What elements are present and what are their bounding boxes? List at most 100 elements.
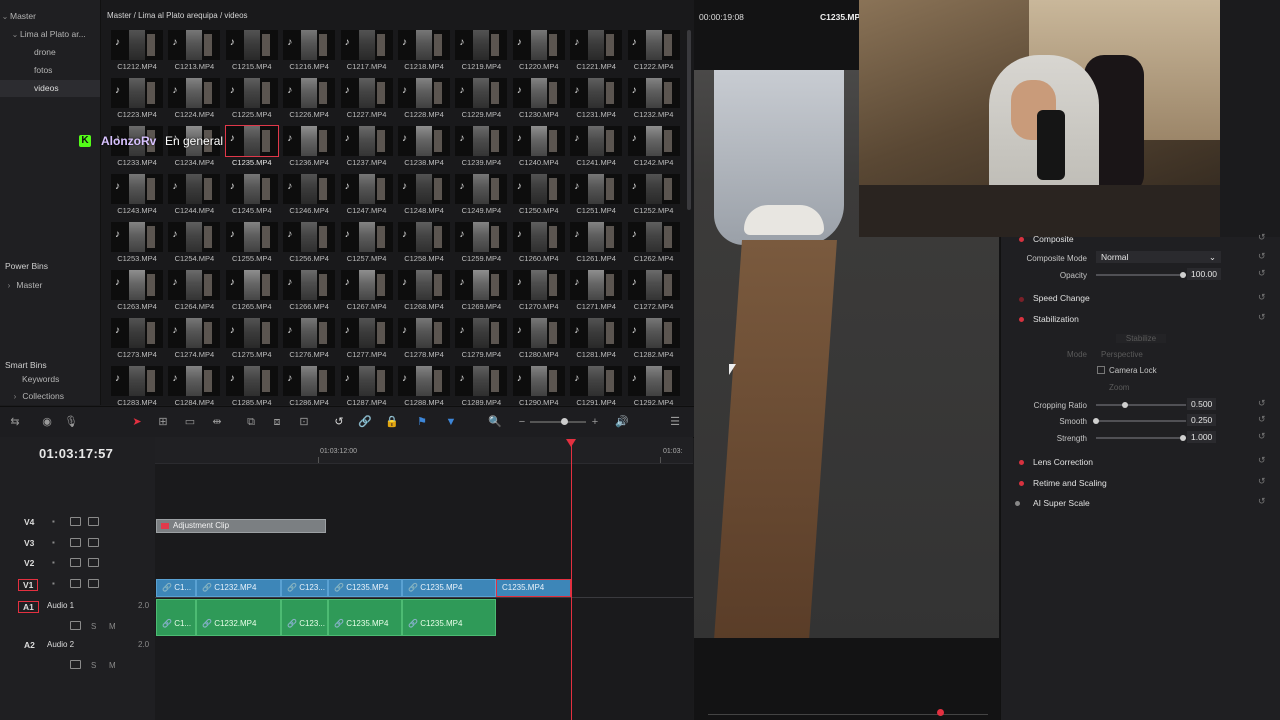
auto-select-icon[interactable] [70, 660, 81, 669]
media-clip[interactable]: ♪ C1245.MP4 [224, 174, 280, 222]
strength-knob[interactable] [1180, 435, 1186, 441]
media-clip[interactable]: ♪ C1221.MP4 [568, 30, 624, 78]
zoom-in-icon[interactable]: + [588, 415, 602, 429]
media-clip[interactable]: ♪ C1227.MP4 [339, 78, 395, 126]
media-clip[interactable]: ♪ C1236.MP4 [281, 126, 337, 174]
section-composite[interactable]: Composite [1033, 234, 1074, 244]
reset-icon[interactable]: ↺ [1258, 431, 1266, 442]
bin-master[interactable]: ⌄ Master [0, 8, 100, 25]
timeline-video-clip[interactable]: 🔗 C1232.MP4 [196, 579, 281, 597]
zoom-slider[interactable] [530, 421, 586, 423]
media-clip[interactable]: ♪ C1279.MP4 [453, 318, 509, 366]
strength-value[interactable]: 1.000 [1187, 431, 1217, 443]
mic-icon[interactable]: 🎙 [64, 415, 78, 429]
auto-select-icon[interactable] [70, 517, 81, 526]
bin-videos[interactable]: videos [0, 80, 100, 97]
snapping-icon[interactable]: ↺ [332, 415, 346, 429]
smart-bin-keywords[interactable]: Keywords [0, 371, 100, 388]
timeline-video-clip-selected[interactable]: C1235.MP4 [496, 579, 571, 597]
smooth-slider[interactable] [1096, 420, 1186, 422]
media-clip[interactable]: ♪ C1255.MP4 [224, 222, 280, 270]
overwrite-clip-icon[interactable]: ⧈ [270, 415, 284, 429]
media-clip[interactable]: ♪ C1257.MP4 [339, 222, 395, 270]
track-visibility-icon[interactable] [88, 517, 99, 526]
media-clip[interactable]: ♪ C1232.MP4 [626, 78, 682, 126]
media-clip[interactable]: ♪ C1239.MP4 [453, 126, 509, 174]
timeline-audio-clip[interactable]: 🔗 C1235.MP4 [402, 599, 496, 636]
media-clip[interactable]: ♪ C1254.MP4 [166, 222, 222, 270]
media-clip[interactable]: ♪ C1240.MP4 [511, 126, 567, 174]
viewer-scrubber-knob[interactable] [937, 709, 944, 716]
smart-bin-collections[interactable]: › Collections [0, 388, 100, 405]
lock-icon[interactable]: ▪ [52, 579, 55, 588]
media-clip[interactable]: ♪ C1243.MP4 [109, 174, 165, 222]
lock-icon[interactable]: ▪ [52, 517, 55, 526]
power-bin-master[interactable]: › Master [0, 277, 100, 294]
mute-button[interactable]: M [109, 622, 116, 631]
zoom-checkbox[interactable]: Zoom [1109, 383, 1129, 392]
reset-icon[interactable]: ↺ [1258, 476, 1266, 487]
section-enabled-dot[interactable] [1019, 317, 1024, 322]
timeline-audio-clip[interactable]: 🔗 C1232.MP4 [196, 599, 281, 636]
media-clip[interactable]: ♪ C1280.MP4 [511, 318, 567, 366]
selection-tool-icon[interactable]: ➤ [130, 415, 144, 429]
media-clip[interactable]: ♪ C1229.MP4 [453, 78, 509, 126]
media-clip[interactable]: ♪ C1250.MP4 [511, 174, 567, 222]
reset-icon[interactable]: ↺ [1258, 414, 1266, 425]
mode-select[interactable]: Perspective [1101, 350, 1221, 359]
media-clip[interactable]: ♪ C1235.MP4 [224, 125, 280, 174]
section-speed-change[interactable]: Speed Change [1033, 293, 1090, 303]
strength-slider[interactable] [1096, 437, 1186, 439]
media-clip[interactable]: ♪ C1237.MP4 [339, 126, 395, 174]
eye-icon[interactable]: ◉ [40, 415, 54, 429]
media-clip[interactable]: ♪ C1261.MP4 [568, 222, 624, 270]
media-clip[interactable]: ♪ C1218.MP4 [396, 30, 452, 78]
media-clip[interactable]: ♪ C1253.MP4 [109, 222, 165, 270]
zoom-icon[interactable]: 🔍 [488, 415, 502, 429]
media-clip[interactable]: ♪ C1212.MP4 [109, 30, 165, 78]
media-clip[interactable]: ♪ C1252.MP4 [626, 174, 682, 222]
media-clip[interactable]: ♪ C1268.MP4 [396, 270, 452, 318]
section-enabled-dot[interactable] [1019, 460, 1024, 465]
media-clip[interactable]: ♪ C1225.MP4 [224, 78, 280, 126]
trim-tool-icon[interactable]: ⊞ [156, 415, 170, 429]
track-visibility-icon[interactable] [88, 538, 99, 547]
media-clip[interactable]: ♪ C1242.MP4 [626, 126, 682, 174]
adjustment-clip[interactable]: Adjustment Clip [156, 519, 326, 533]
media-clip[interactable]: ♪ C1263.MP4 [109, 270, 165, 318]
camera-lock-checkbox[interactable] [1097, 366, 1105, 374]
media-clip[interactable]: ♪ C1259.MP4 [453, 222, 509, 270]
media-clip[interactable]: ♪ C1246.MP4 [281, 174, 337, 222]
media-clip[interactable]: ♪ C1267.MP4 [339, 270, 395, 318]
timeline-ruler[interactable]: 01:03:12:00 01:03: [155, 437, 693, 464]
insert-clip-icon[interactable]: ⧉ [244, 415, 258, 429]
reset-icon[interactable]: ↺ [1258, 268, 1266, 279]
flag-icon[interactable]: ⚑ [415, 415, 429, 429]
media-clip[interactable]: ♪ C1273.MP4 [109, 318, 165, 366]
reset-icon[interactable]: ↺ [1258, 398, 1266, 409]
media-clip[interactable]: ♪ C1282.MP4 [626, 318, 682, 366]
zoom-out-icon[interactable]: − [515, 415, 529, 429]
timeline-video-clip[interactable]: 🔗 C123... [281, 579, 328, 597]
media-clip[interactable]: ♪ C1244.MP4 [166, 174, 222, 222]
media-clip[interactable]: ♪ C1249.MP4 [453, 174, 509, 222]
bin-project[interactable]: ⌄ Lima al Plato ar... [0, 26, 110, 43]
section-stabilization[interactable]: Stabilization [1033, 314, 1079, 324]
media-clip[interactable]: ♪ C1274.MP4 [166, 318, 222, 366]
cropping-ratio-knob[interactable] [1122, 402, 1128, 408]
media-clip[interactable]: ♪ C1269.MP4 [453, 270, 509, 318]
panel-toggle-icon[interactable]: ⇆ [8, 415, 22, 429]
media-clip[interactable]: ♪ C1238.MP4 [396, 126, 452, 174]
media-clip[interactable]: ♪ C1256.MP4 [281, 222, 337, 270]
opacity-value[interactable]: 100.00 [1187, 268, 1221, 280]
media-clip[interactable]: ♪ C1275.MP4 [224, 318, 280, 366]
zoom-slider-knob[interactable] [561, 418, 568, 425]
media-clip[interactable]: ♪ C1276.MP4 [281, 318, 337, 366]
timeline-video-clip[interactable]: 🔗 C1... [156, 579, 196, 597]
section-lens-correction[interactable]: Lens Correction [1033, 457, 1093, 467]
blade-tool-icon[interactable]: ⇹ [210, 415, 224, 429]
lock-icon[interactable]: 🔒 [385, 415, 399, 429]
smooth-knob[interactable] [1093, 418, 1099, 424]
media-clip[interactable]: ♪ C1271.MP4 [568, 270, 624, 318]
media-clip[interactable]: ♪ C1213.MP4 [166, 30, 222, 78]
